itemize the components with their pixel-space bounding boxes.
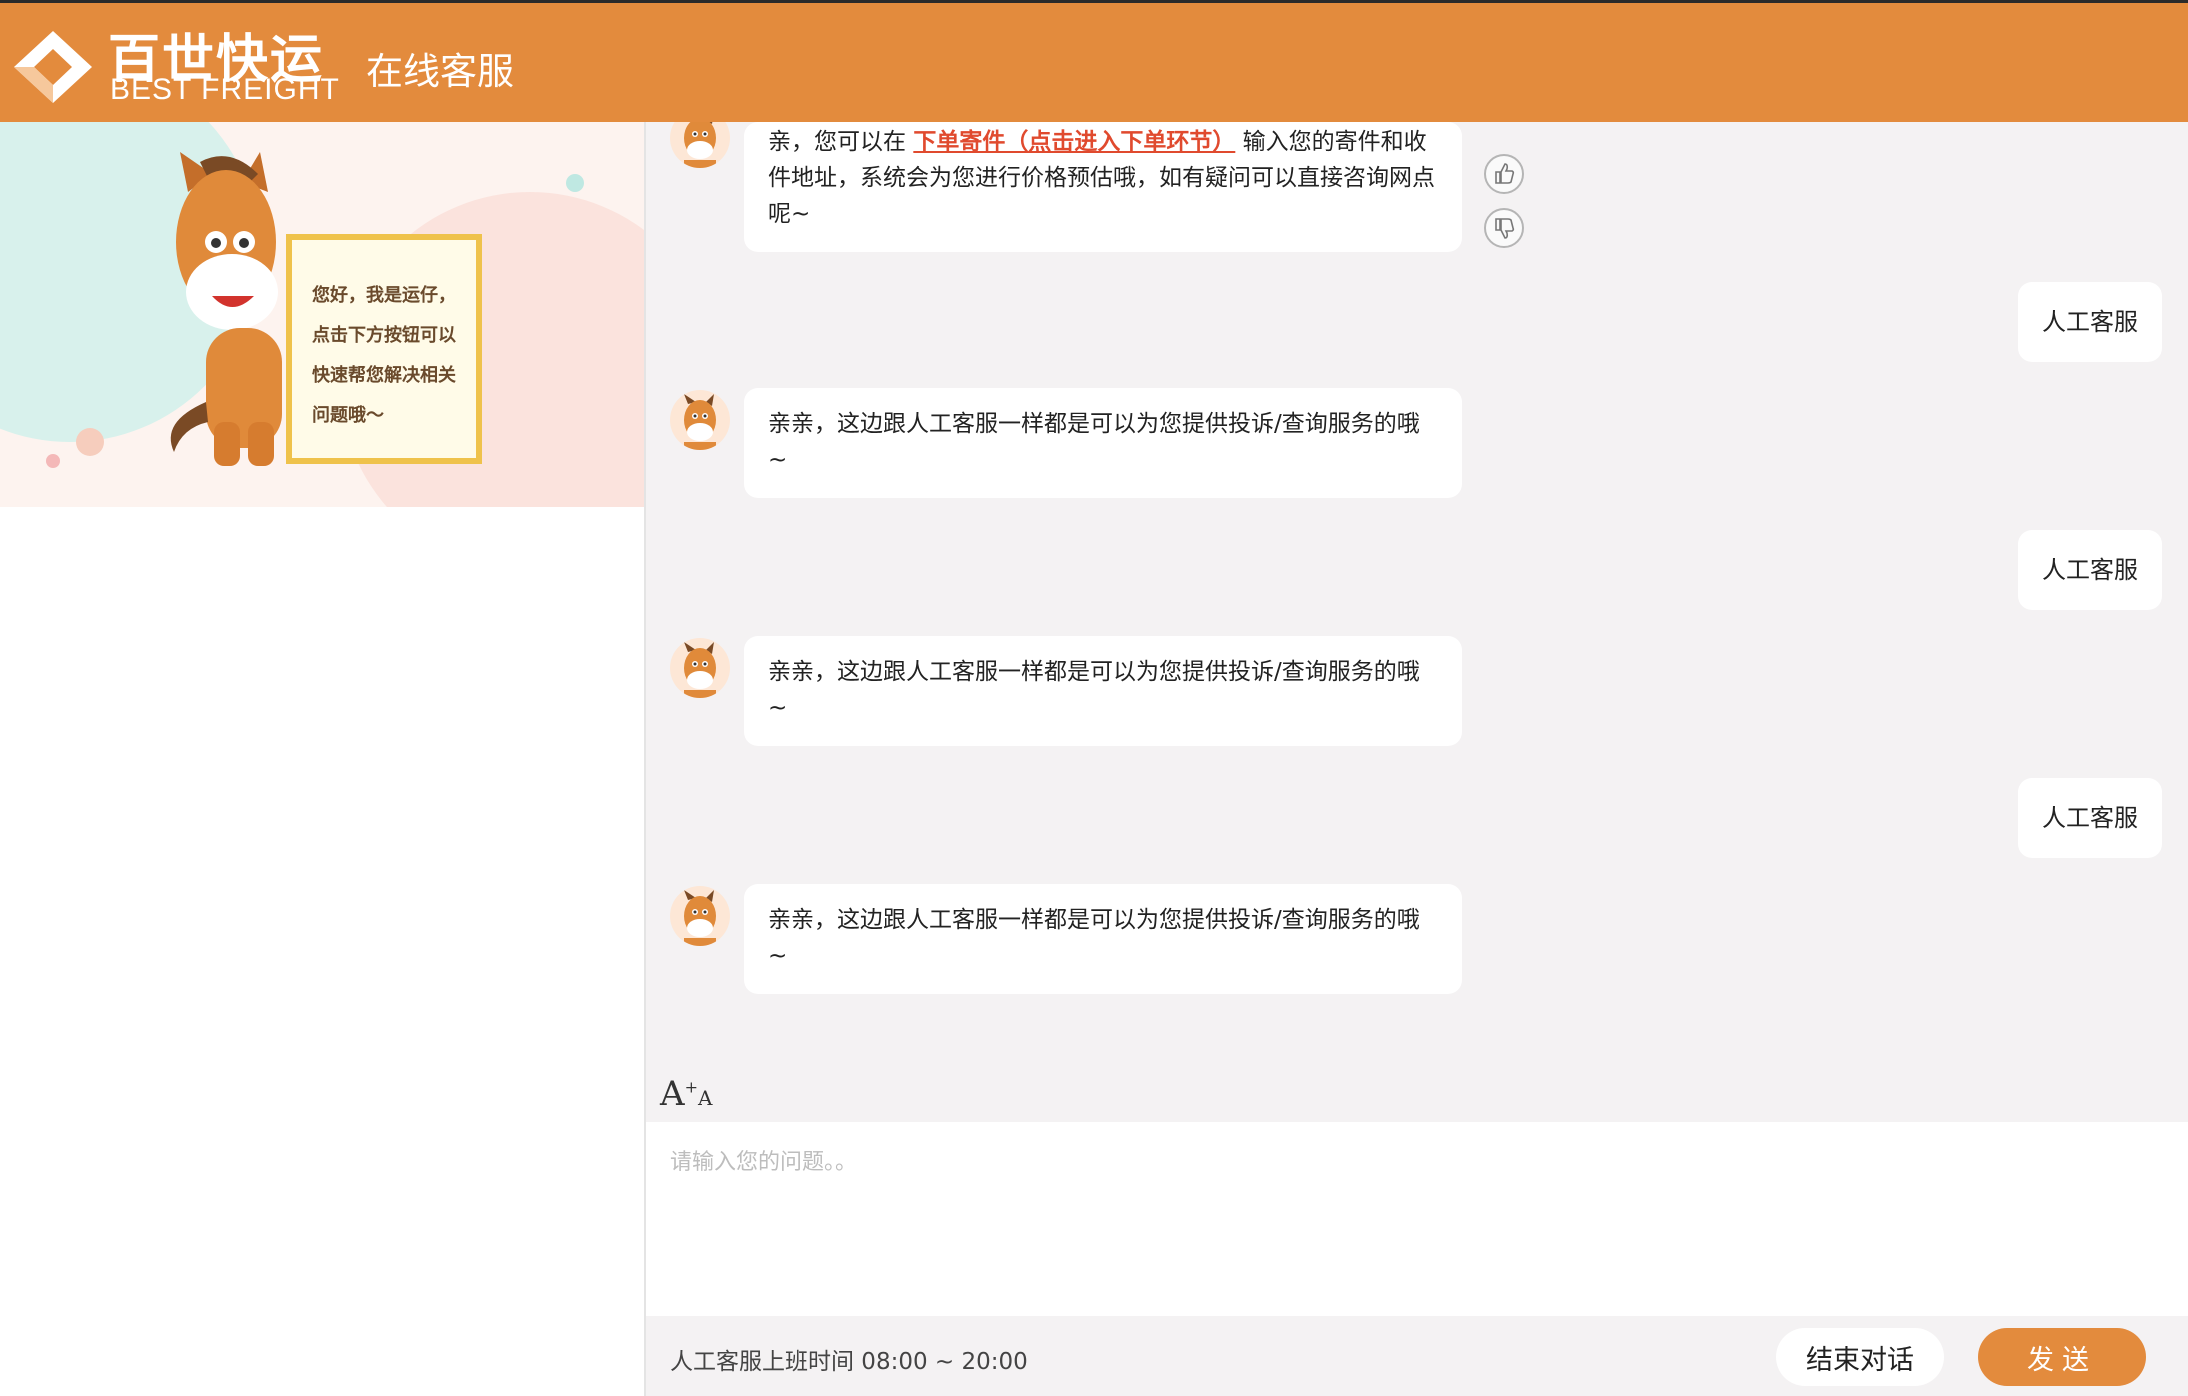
horse-avatar-icon (684, 394, 716, 450)
input-toolbar: A+A (646, 1070, 2188, 1122)
user-message: 人工客服 (2018, 282, 2162, 362)
sign-line: 您好，我是运仔， (312, 285, 456, 306)
best-logo-icon (14, 31, 92, 103)
header-bar: 百世快运 BEST FREIGHT 在线客服 (0, 0, 2188, 122)
thumbs-up-icon (1495, 163, 1515, 184)
message-text: 亲，您可以在 (768, 129, 914, 155)
message-input[interactable] (646, 1122, 2188, 1316)
welcome-banner: 您好，我是运仔， 点击下方按钮可以 快速帮您解决相关 问题哦～ (0, 122, 644, 507)
thumbs-up-button[interactable] (1484, 154, 1524, 194)
bot-message: 亲亲，这边跟人工客服一样都是可以为您提供投诉/查询服务的哦~ (744, 388, 1462, 498)
horse-avatar-icon (684, 122, 716, 168)
bot-avatar (670, 638, 730, 698)
chat-message-list[interactable]: 亲，您可以在 下单寄件（点击进入下单环节） 输入您的寄件和收件地址，系统会为您进… (646, 122, 2188, 1070)
bot-avatar (670, 390, 730, 450)
user-message: 人工客服 (2018, 530, 2162, 610)
service-hours-text: 人工客服上班时间 08:00 ~ 20:00 (670, 1349, 1028, 1375)
message-text: 人工客服 (2042, 556, 2138, 584)
sign-line: 点击下方按钮可以 (312, 325, 456, 346)
bot-message: 亲，您可以在 下单寄件（点击进入下单环节） 输入您的寄件和收件地址，系统会为您进… (744, 122, 1462, 252)
left-panel: 您好，我是运仔， 点击下方按钮可以 快速帮您解决相关 问题哦～ (0, 122, 644, 1396)
welcome-sign: 您好，我是运仔， 点击下方按钮可以 快速帮您解决相关 问题哦～ (286, 234, 482, 464)
end-chat-button[interactable]: 结束对话 (1776, 1328, 1944, 1386)
message-text: 人工客服 (2042, 308, 2138, 336)
message-text: 人工客服 (2042, 804, 2138, 832)
chat-footer: 人工客服上班时间 08:00 ~ 20:00 结束对话 发送 (646, 1316, 2188, 1396)
horse-avatar-icon (684, 890, 716, 946)
bot-avatar (670, 122, 730, 168)
page-title: 在线客服 (366, 50, 514, 93)
message-text: 亲亲，这边跟人工客服一样都是可以为您提供投诉/查询服务的哦~ (768, 659, 1420, 721)
font-size-icon[interactable]: A+A (660, 1074, 712, 1114)
bot-avatar (670, 886, 730, 946)
logo-text-en: BEST FREIGHT (110, 73, 340, 106)
user-message: 人工客服 (2018, 778, 2162, 858)
message-text: 亲亲，这边跟人工客服一样都是可以为您提供投诉/查询服务的哦~ (768, 907, 1420, 969)
bot-message: 亲亲，这边跟人工客服一样都是可以为您提供投诉/查询服务的哦~ (744, 636, 1462, 746)
message-text: 亲亲，这边跟人工客服一样都是可以为您提供投诉/查询服务的哦~ (768, 411, 1420, 473)
message-input-area[interactable] (646, 1122, 2188, 1316)
thumbs-down-icon (1495, 218, 1515, 239)
sign-line: 问题哦～ (312, 405, 384, 426)
order-link[interactable]: 下单寄件（点击进入下单环节） (913, 129, 1235, 155)
sign-line: 快速帮您解决相关 (312, 365, 456, 386)
bot-message: 亲亲，这边跟人工客服一样都是可以为您提供投诉/查询服务的哦~ (744, 884, 1462, 994)
thumbs-down-button[interactable] (1484, 208, 1524, 248)
horse-avatar-icon (684, 642, 716, 698)
send-button[interactable]: 发送 (1978, 1328, 2146, 1386)
